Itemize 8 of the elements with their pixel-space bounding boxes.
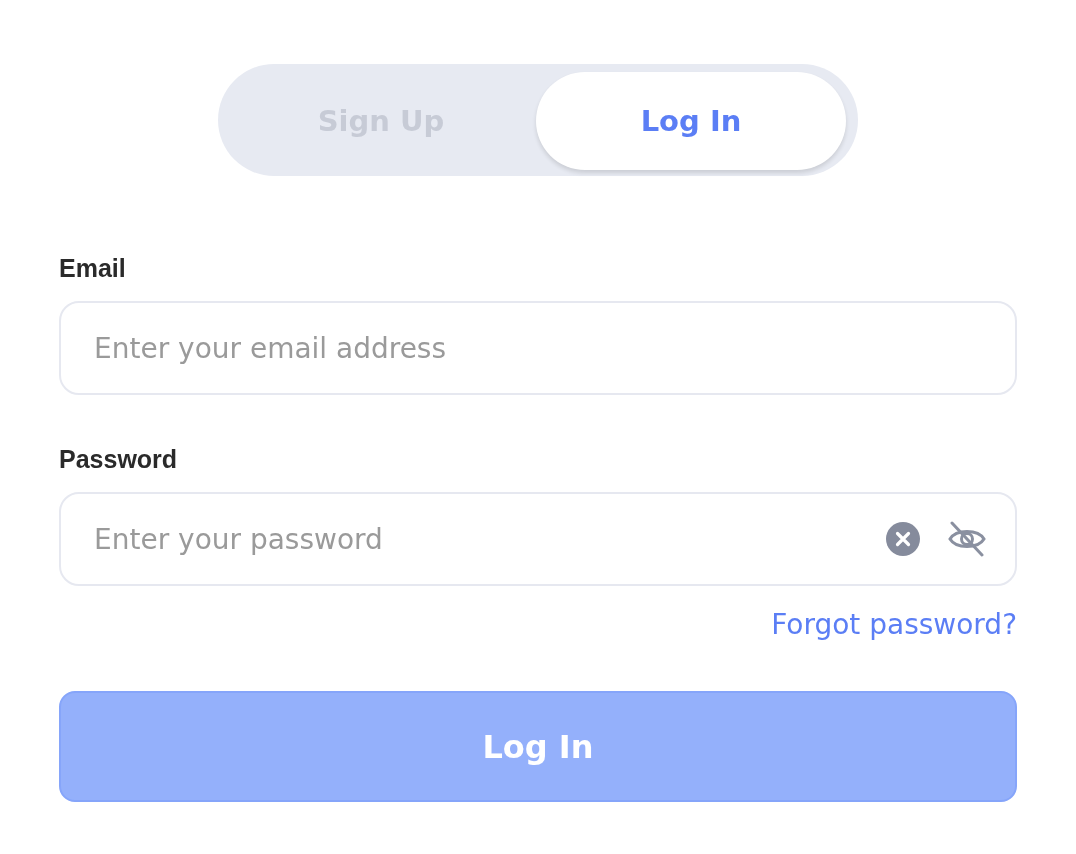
- field-label: Password: [59, 445, 179, 474]
- tab[interactable]: Log In: [536, 72, 846, 170]
- input-field[interactable]: Enter your email address: [59, 301, 1017, 395]
- forgot-password-link[interactable]: Forgot password?: [771, 608, 1017, 641]
- field-label: Email: [59, 254, 127, 283]
- input-field[interactable]: Enter your password: [59, 492, 1017, 586]
- clear-icon[interactable]: [885, 521, 921, 557]
- eye-slash-icon[interactable]: [947, 521, 987, 557]
